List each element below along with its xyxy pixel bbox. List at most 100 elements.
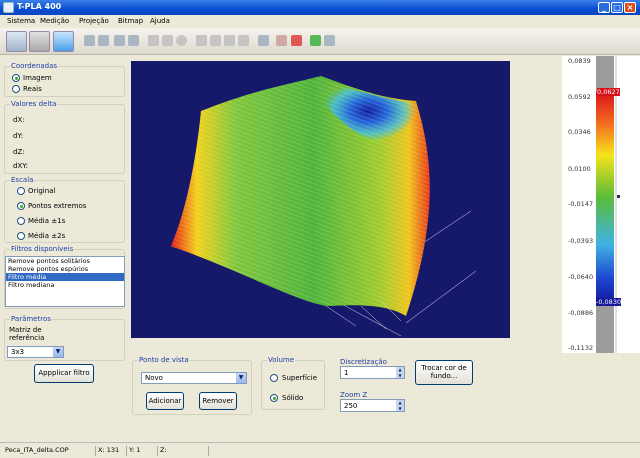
radio-superficie-label: Superfície [282,374,318,382]
scale-slider-handle[interactable] [617,195,620,198]
measure-tool-icon[interactable] [238,35,249,46]
filtros-group: Filtros disponíveis Remove pontos solitá… [4,245,125,309]
coordenadas-group: Coordenadas Imagem Reais [4,62,125,97]
zoom-z-label: Zoom Z [340,391,368,399]
view-2d-tool-icon[interactable] [6,31,27,52]
undo-icon[interactable] [324,35,335,46]
copy-icon[interactable] [114,35,125,46]
ponto-de-vista-group: Ponto de vista Novo ▼ Adicionar Remover [132,356,252,415]
volume-group: Volume Superfície Sólido [261,356,325,410]
scale-tick: -0,1132 [568,344,594,352]
menu-ajuda[interactable]: Ajuda [150,17,170,25]
refresh-icon[interactable] [310,35,321,46]
radio-media-2s[interactable] [17,232,25,240]
escala-title: Escala [10,176,35,184]
scale-max-marker: 0,0627 [597,88,620,96]
change-background-line2: fundo... [430,372,458,380]
valores-delta-group: Valores delta dX: dY: dZ: dXY: [4,100,125,174]
view-3d-tool-icon[interactable] [53,31,74,52]
dz-label: dZ: [13,148,25,156]
zoom-icon[interactable] [276,35,287,46]
dy-label: dY: [13,132,24,140]
dx-label: dX: [13,116,25,124]
rect-tool-icon[interactable] [196,35,207,46]
window-title: T-PLA 400 [17,2,62,11]
menu-sistema[interactable]: Sistema [7,17,35,25]
radio-media-2s-label: Média ±2s [28,232,66,240]
filtros-listbox[interactable]: Remove pontos solitários Remove pontos e… [5,256,125,307]
radio-solido[interactable] [270,394,278,402]
scale-min-marker: -0,0830 [596,298,622,306]
parametros-group: Parâmetros Matriz de referência 3x3 ▼ [4,315,125,361]
status-file: Peca_ITA_delta.COP [5,446,69,454]
discretizacao-label: Discretização [340,358,387,366]
circle-tool-icon[interactable] [176,35,187,46]
scale-tick: 0,0346 [568,128,591,136]
scale-tick: 0,0839 [568,57,591,65]
title-bar: T-PLA 400 _ □ × [0,0,640,15]
apply-filter-button[interactable]: Appplicar filtro [34,364,94,383]
chevron-down-icon[interactable]: ▼ [236,373,246,383]
minimize-button[interactable]: _ [598,2,610,13]
viewpoint-combo[interactable]: Novo ▼ [141,372,247,384]
surface-3d-view[interactable] [131,61,510,338]
profile-tool-icon[interactable] [258,35,269,46]
radio-pontos-extremos-label: Pontos extremos [28,202,87,210]
paste-icon[interactable] [128,35,139,46]
radio-pontos-extremos[interactable] [17,202,25,210]
menu-medicao[interactable]: Medição [40,17,69,25]
filter-item[interactable]: Remove pontos espúrios [6,265,124,273]
filter-item[interactable]: Filtro mediana [6,281,124,289]
surface-texture [171,76,430,316]
escala-group: Escala Original Pontos extremos Média ±1… [4,176,125,243]
radio-original-label: Original [28,187,56,195]
filter-item[interactable]: Remove pontos solitários [6,257,124,265]
discretizacao-spinner[interactable]: 1 ▲ ▼ [340,366,405,379]
change-background-button[interactable]: Trocar cor de fundo... [415,360,473,385]
add-viewpoint-button[interactable]: Adicionar [146,392,184,410]
matrix-label-1: Matriz de [9,326,42,334]
filter-item-selected[interactable]: Filtro média [6,273,124,281]
remove-viewpoint-button[interactable]: Remover [199,392,237,410]
scale-tick: -0,0640 [568,273,594,281]
polygon-tool-icon[interactable] [224,35,235,46]
menu-projecao[interactable]: Projeção [79,17,109,25]
open-icon[interactable] [84,35,95,46]
status-bar: Peca_ITA_delta.COP X: 131 Y: 1 Z: [0,442,640,458]
menu-bitmap[interactable]: Bitmap [118,17,143,25]
chevron-down-icon[interactable]: ▼ [53,347,63,357]
zoom-z-value: 250 [344,402,358,410]
radio-reais-label: Reais [23,85,42,93]
app-icon [3,2,14,13]
color-tool-icon[interactable] [291,35,302,46]
close-button[interactable]: × [624,2,636,13]
arrow-tool-icon[interactable] [162,35,173,46]
scale-tick: 0,0592 [568,93,591,101]
radio-original[interactable] [17,187,25,195]
radio-media-1s[interactable] [17,217,25,225]
scale-gradient-bar [596,91,614,304]
radio-reais[interactable] [12,85,20,93]
matrix-combo[interactable]: 3x3 ▼ [7,346,64,358]
spinner-arrows-icon[interactable]: ▲ ▼ [396,400,404,411]
menu-bar: Sistema Medição Projeção Bitmap Ajuda [0,15,640,28]
ellipse-tool-icon[interactable] [210,35,221,46]
coordenadas-title: Coordenadas [10,62,59,70]
parametros-title: Parâmetros [10,315,52,323]
line-tool-icon[interactable] [148,35,159,46]
radio-superficie[interactable] [270,374,278,382]
filtros-title: Filtros disponíveis [10,245,75,253]
save-icon[interactable] [98,35,109,46]
viewpoint-combo-value: Novo [145,374,163,382]
radio-imagem-label: Imagem [23,74,52,82]
dxy-label: dXY: [13,162,28,170]
ponto-de-vista-title: Ponto de vista [138,356,190,364]
valores-delta-title: Valores delta [10,100,58,108]
maximize-button[interactable]: □ [611,2,623,13]
volume-title: Volume [267,356,296,364]
zoom-z-spinner[interactable]: 250 ▲ ▼ [340,399,405,412]
spinner-arrows-icon[interactable]: ▲ ▼ [396,367,404,378]
scale-tick: 0,0100 [568,165,591,173]
radio-imagem[interactable] [12,74,20,82]
view-gray-tool-icon[interactable] [29,31,50,52]
